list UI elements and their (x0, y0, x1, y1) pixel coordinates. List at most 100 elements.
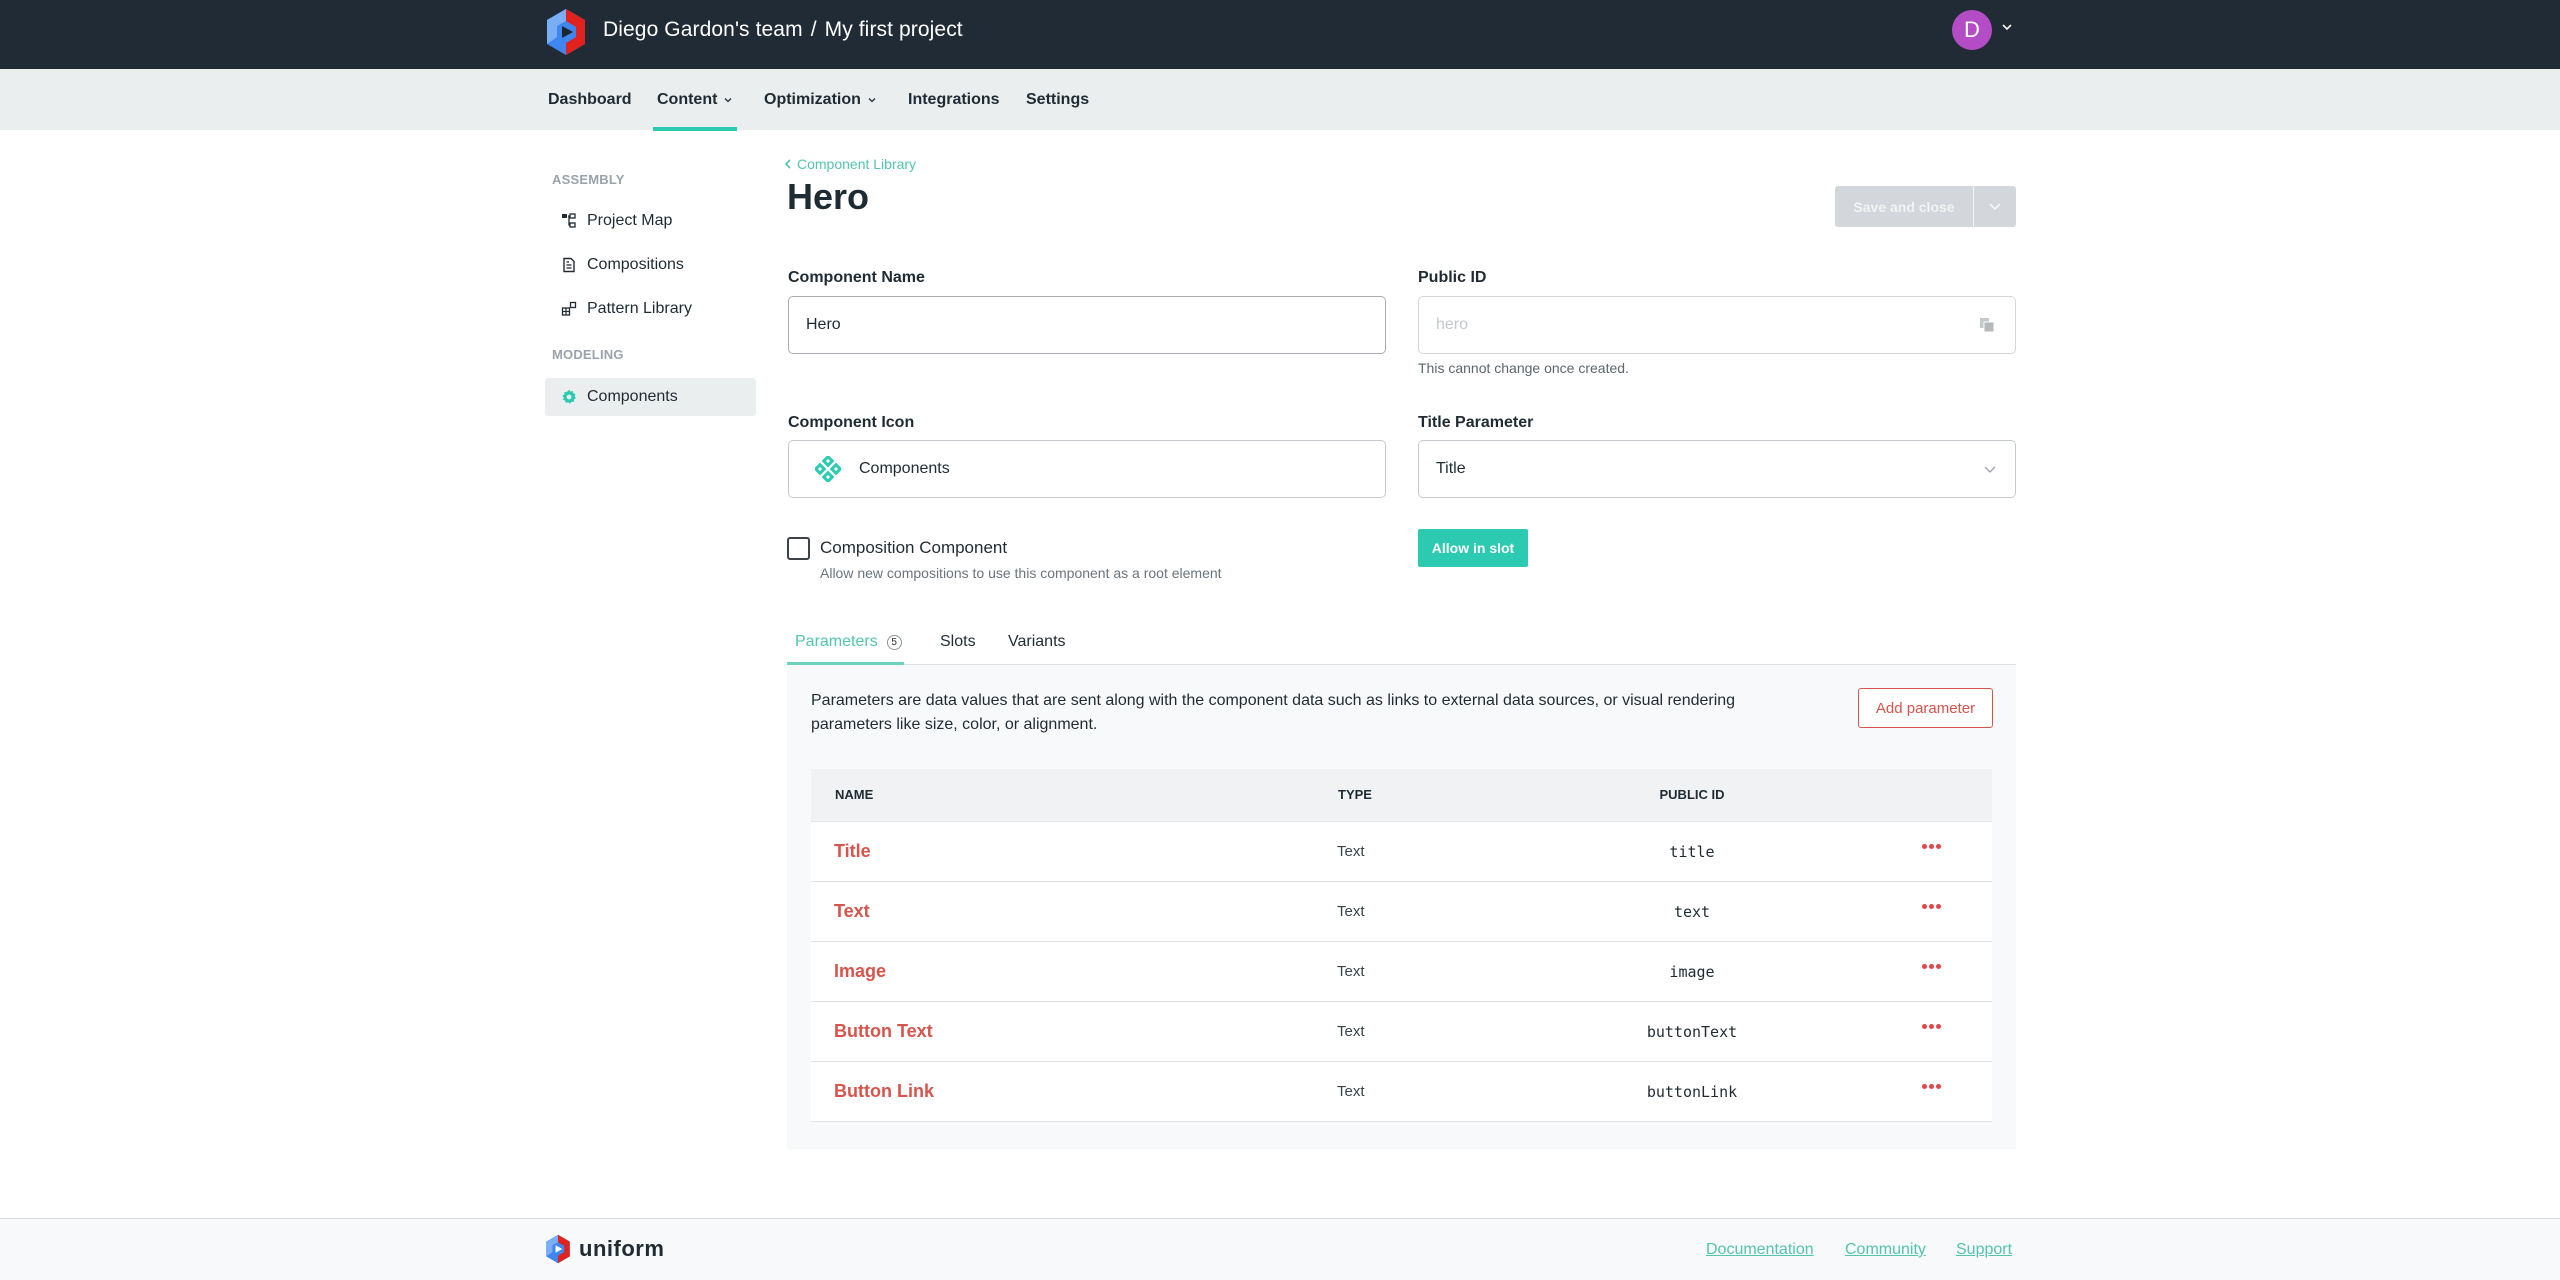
chevron-down-icon[interactable] (2000, 20, 2014, 34)
parameter-name-link[interactable]: Text (834, 901, 870, 922)
sidebar-section-assembly: ASSEMBLY (552, 172, 625, 187)
tab-label: Variants (1008, 633, 1066, 650)
nav-content[interactable]: Content (652, 91, 738, 131)
project-breadcrumb[interactable]: Diego Gardon's team / My first project (603, 18, 963, 42)
footer-link-support[interactable]: Support (1956, 1241, 2012, 1259)
chevron-down-icon (1984, 466, 1996, 473)
component-icon-label: Component Icon (788, 414, 915, 431)
nav-integrations[interactable]: Integrations (908, 91, 1000, 109)
tab-label: Slots (940, 633, 976, 650)
copy-icon[interactable] (1979, 317, 1995, 333)
component-name-label: Component Name (788, 269, 925, 286)
add-parameter-button[interactable]: Add parameter (1858, 688, 1993, 728)
chevron-down-icon (1989, 202, 2001, 210)
public-id-value: hero (1436, 316, 1469, 333)
column-header-type: TYPE (1338, 787, 1372, 802)
component-icon-picker[interactable]: Components (788, 440, 1386, 498)
nav-label: Optimization (764, 91, 861, 108)
public-id-input[interactable]: hero (1418, 296, 2016, 354)
parameter-name-link[interactable]: Button Link (834, 1081, 934, 1102)
sidebar-item-label: Project Map (587, 212, 673, 229)
column-header-name: NAME (835, 787, 874, 802)
project-name[interactable]: My first project (825, 18, 963, 41)
top-bar: Diego Gardon's team / My first project D (0, 0, 2560, 69)
more-actions-icon[interactable] (1917, 896, 1945, 916)
title-parameter-label: Title Parameter (1418, 414, 1534, 431)
sidebar-item-label: Pattern Library (587, 300, 692, 317)
sidebar-section-modeling: MODELING (552, 347, 624, 362)
page-title: Hero (787, 176, 870, 217)
document-icon (561, 257, 577, 273)
composition-component-label[interactable]: Composition Component (820, 538, 1007, 558)
more-actions-icon[interactable] (1917, 1076, 1945, 1096)
nav-label: Settings (1026, 91, 1090, 108)
more-actions-icon[interactable] (1917, 836, 1945, 856)
nav-optimization[interactable]: Optimization (764, 91, 877, 109)
footer-logo[interactable]: uniform (545, 1234, 664, 1264)
table-row: Title Text title (811, 822, 1992, 882)
tab-parameters[interactable]: Parameters 5 (787, 633, 904, 665)
composition-component-hint: Allow new compositions to use this compo… (820, 565, 1222, 581)
parameter-name-link[interactable]: Title (834, 841, 871, 862)
parameter-type: Text (1337, 903, 1365, 920)
nav-settings[interactable]: Settings (1026, 91, 1089, 109)
chevron-down-icon (868, 98, 876, 103)
footer: uniform Documentation Community Support (0, 1218, 2560, 1280)
parameter-name-link[interactable]: Image (834, 961, 886, 982)
tab-variants[interactable]: Variants (1008, 633, 1066, 651)
title-parameter-select[interactable]: Title (1418, 440, 2016, 498)
nav-dashboard[interactable]: Dashboard (548, 91, 632, 109)
nav-label: Dashboard (548, 91, 632, 108)
parameter-type: Text (1337, 1083, 1365, 1100)
more-actions-icon[interactable] (1917, 956, 1945, 976)
main-nav: Dashboard Content Optimization Integrati… (0, 69, 2560, 131)
table-row: Text Text text (811, 882, 1992, 942)
project-map-icon (561, 213, 577, 229)
public-id-label: Public ID (1418, 269, 1487, 286)
sidebar-item-components[interactable]: Components (545, 378, 756, 416)
breadcrumb-component-library[interactable]: Component Library (784, 156, 916, 172)
tab-label: Parameters (795, 633, 878, 650)
parameters-panel: Parameters are data values that are sent… (787, 665, 2016, 1149)
more-actions-icon[interactable] (1917, 1016, 1945, 1036)
table-row: Button Text Text buttonText (811, 1002, 1992, 1062)
chevron-left-icon (784, 159, 791, 169)
title-parameter-value: Title (1436, 460, 1466, 477)
sidebar-item-label: Compositions (587, 256, 684, 273)
parameter-public-id: buttonText (1646, 1023, 1738, 1041)
gear-icon (561, 389, 577, 405)
sidebar-item-pattern-library[interactable]: Pattern Library (545, 290, 756, 328)
sidebar-item-label: Components (587, 388, 678, 405)
breadcrumb-label: Component Library (797, 156, 917, 172)
uniform-logo-icon[interactable] (545, 9, 587, 55)
parameter-type: Text (1337, 963, 1365, 980)
chevron-down-icon (724, 98, 732, 103)
parameters-table: NAME TYPE PUBLIC ID Title Text title Tex… (811, 769, 1992, 1122)
component-name-input[interactable]: Hero (788, 296, 1386, 354)
footer-link-community[interactable]: Community (1845, 1241, 1926, 1259)
team-name[interactable]: Diego Gardon's team (603, 18, 803, 41)
allow-in-slot-button[interactable]: Allow in slot (1418, 529, 1528, 567)
parameter-type: Text (1337, 843, 1365, 860)
uniform-logo-icon (546, 1234, 570, 1264)
parameter-public-id: image (1669, 963, 1715, 981)
save-options-dropdown[interactable] (1974, 186, 2016, 227)
sidebar-item-project-map[interactable]: Project Map (545, 202, 756, 240)
save-and-close-button[interactable]: Save and close (1835, 186, 1973, 227)
footer-brand: uniform (579, 1236, 665, 1261)
component-name-value: Hero (806, 316, 841, 333)
tab-slots[interactable]: Slots (940, 633, 976, 651)
footer-link-documentation[interactable]: Documentation (1706, 1241, 1814, 1259)
nav-label: Content (657, 91, 718, 108)
column-header-public-id: PUBLIC ID (1659, 787, 1725, 802)
composition-component-checkbox[interactable] (787, 537, 810, 560)
parameter-name-link[interactable]: Button Text (834, 1021, 933, 1042)
parameters-description: Parameters are data values that are sent… (811, 692, 1736, 733)
parameter-count-badge: 5 (886, 634, 902, 650)
user-avatar[interactable]: D (1952, 10, 1992, 50)
pattern-library-icon (561, 301, 577, 317)
sidebar-item-compositions[interactable]: Compositions (545, 246, 756, 284)
components-icon (815, 456, 841, 482)
nav-label: Integrations (908, 91, 1000, 108)
parameter-public-id: title (1669, 843, 1715, 861)
